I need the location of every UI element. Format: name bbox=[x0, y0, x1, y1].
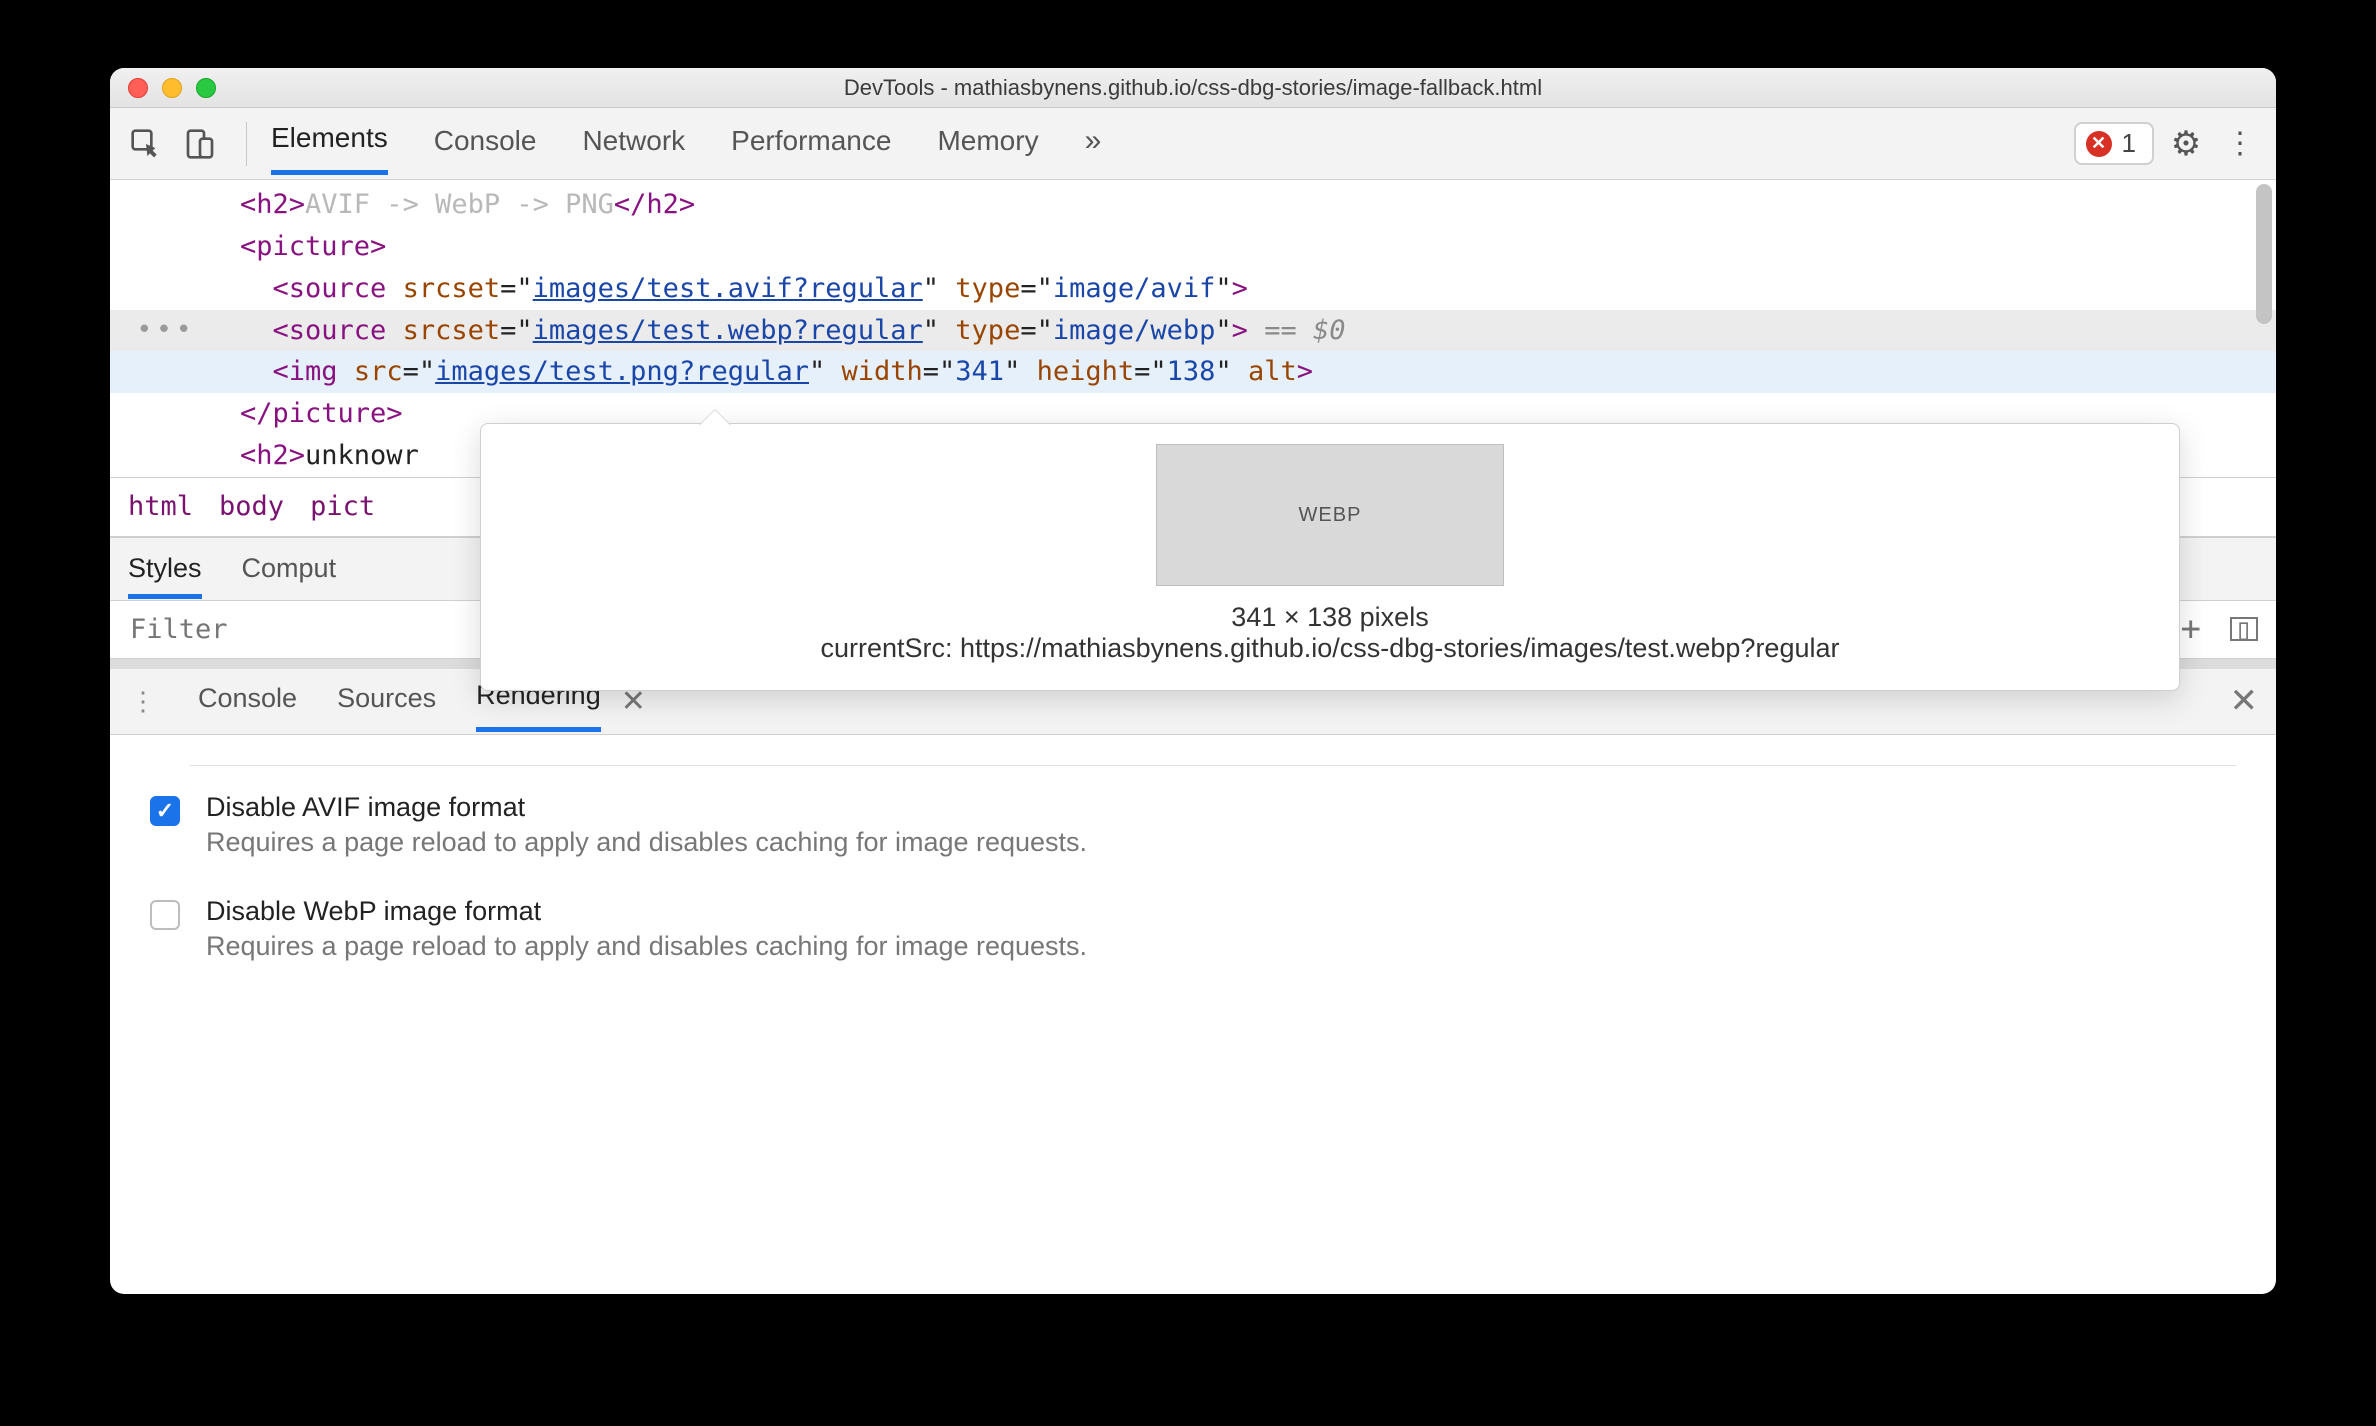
new-style-rule-icon[interactable]: + bbox=[2181, 609, 2202, 649]
box-model-icon[interactable]: ▯ bbox=[2230, 617, 2258, 641]
dom-line-selected[interactable]: ••• <source srcset="images/test.webp?reg… bbox=[110, 310, 2276, 352]
settings-gear-icon[interactable]: ⚙ bbox=[2164, 122, 2208, 166]
rendering-panel: Disable AVIF image format Requires a pag… bbox=[110, 735, 2276, 1030]
drawer-tab-console[interactable]: Console bbox=[198, 673, 297, 730]
option-label: Disable AVIF image format bbox=[206, 792, 1087, 823]
close-drawer-icon[interactable]: ✕ bbox=[2230, 681, 2259, 721]
subtab-styles[interactable]: Styles bbox=[128, 553, 202, 599]
error-icon: ✕ bbox=[2086, 131, 2112, 157]
option-desc: Requires a page reload to apply and disa… bbox=[206, 931, 1087, 962]
panel-tabs: Elements Console Network Performance Mem… bbox=[271, 112, 1101, 175]
zoom-icon[interactable] bbox=[196, 78, 216, 98]
dom-line[interactable]: <source srcset="images/test.avif?regular… bbox=[110, 268, 2276, 310]
dom-line-hover[interactable]: <img src="images/test.png?regular" width… bbox=[110, 351, 2276, 393]
toolbar-divider bbox=[246, 122, 247, 166]
image-thumbnail: WEBP bbox=[1156, 444, 1504, 586]
devtools-window: DevTools - mathiasbynens.github.io/css-d… bbox=[110, 68, 2276, 1294]
image-current-src: currentSrc: https://mathiasbynens.github… bbox=[511, 633, 2149, 664]
tab-performance[interactable]: Performance bbox=[731, 115, 891, 173]
tab-network[interactable]: Network bbox=[582, 115, 685, 173]
traffic-lights bbox=[110, 78, 216, 98]
tab-memory[interactable]: Memory bbox=[937, 115, 1038, 173]
expand-ellipsis-icon[interactable]: ••• bbox=[116, 310, 216, 350]
option-disable-avif[interactable]: Disable AVIF image format Requires a pag… bbox=[150, 792, 2236, 858]
image-dimensions: 341 × 138 pixels bbox=[511, 602, 2149, 633]
section-divider bbox=[190, 765, 2236, 766]
minimize-icon[interactable] bbox=[162, 78, 182, 98]
window-title: DevTools - mathiasbynens.github.io/css-d… bbox=[110, 75, 2276, 101]
option-label: Disable WebP image format bbox=[206, 896, 1087, 927]
option-desc: Requires a page reload to apply and disa… bbox=[206, 827, 1087, 858]
crumb-picture[interactable]: pict bbox=[310, 486, 375, 528]
tab-console[interactable]: Console bbox=[434, 115, 537, 173]
main-toolbar: Elements Console Network Performance Mem… bbox=[110, 108, 2276, 180]
checkbox-webp[interactable] bbox=[150, 900, 180, 930]
image-hover-tooltip: WEBP 341 × 138 pixels currentSrc: https:… bbox=[480, 423, 2180, 691]
close-icon[interactable] bbox=[128, 78, 148, 98]
tabs-overflow-icon[interactable]: » bbox=[1085, 114, 1102, 174]
subtab-computed[interactable]: Comput bbox=[242, 553, 337, 584]
checkbox-avif[interactable] bbox=[150, 796, 180, 826]
drawer-tab-sources[interactable]: Sources bbox=[337, 673, 436, 730]
error-count: 1 bbox=[2122, 128, 2136, 159]
scrollbar-thumb[interactable] bbox=[2256, 184, 2272, 324]
titlebar: DevTools - mathiasbynens.github.io/css-d… bbox=[110, 68, 2276, 108]
tab-elements[interactable]: Elements bbox=[271, 112, 388, 175]
dom-line[interactable]: <h2>AVIF -> WebP -> PNG</h2> bbox=[110, 184, 2276, 226]
crumb-body[interactable]: body bbox=[219, 486, 284, 528]
option-disable-webp[interactable]: Disable WebP image format Requires a pag… bbox=[150, 896, 2236, 962]
device-toolbar-icon[interactable] bbox=[178, 122, 222, 166]
inspect-element-icon[interactable] bbox=[124, 122, 168, 166]
error-count-badge[interactable]: ✕ 1 bbox=[2074, 122, 2154, 165]
more-menu-icon[interactable]: ⋮ bbox=[2218, 122, 2262, 166]
drawer-menu-icon[interactable]: ⋮ bbox=[128, 686, 158, 717]
dom-line[interactable]: <picture> bbox=[110, 226, 2276, 268]
crumb-html[interactable]: html bbox=[128, 486, 193, 528]
